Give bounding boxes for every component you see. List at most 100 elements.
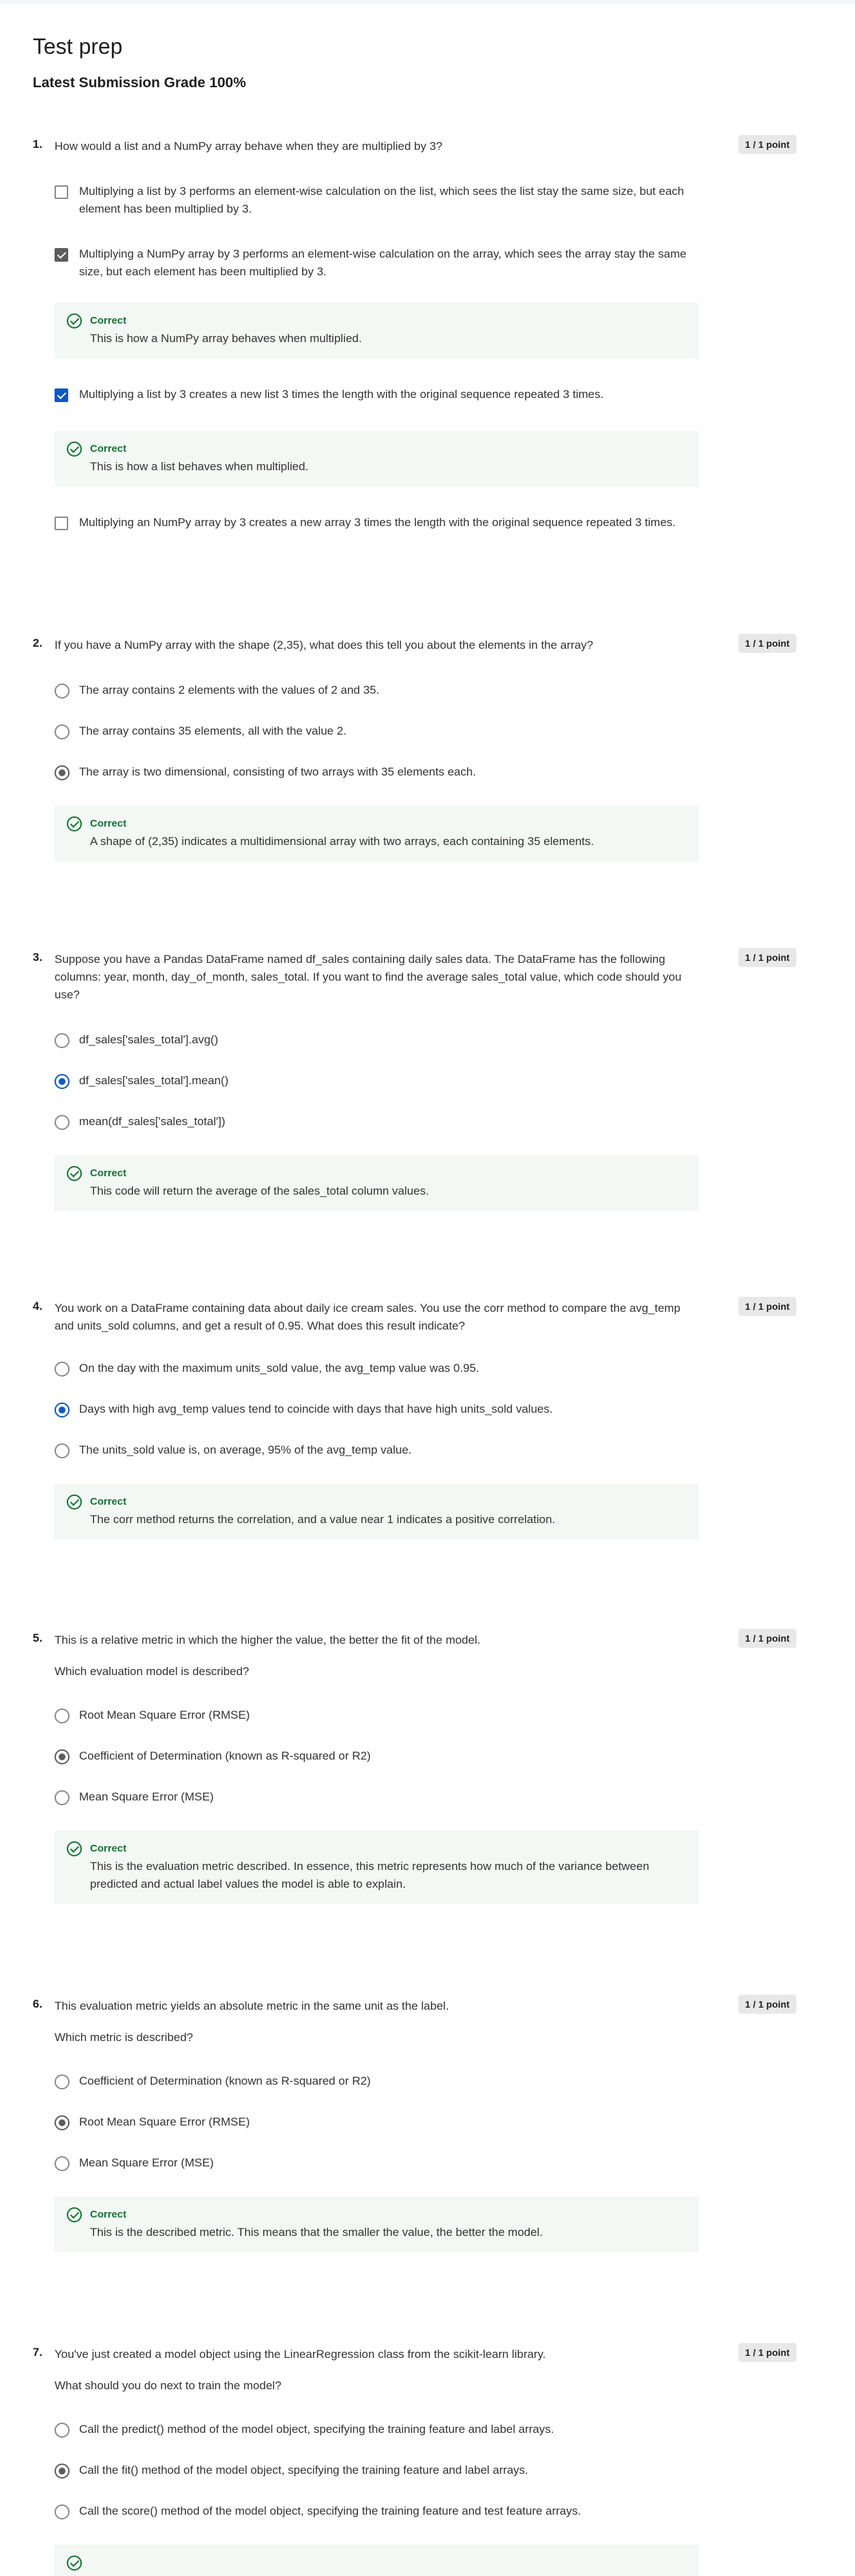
- options-list: Coefficient of Determination (known as R…: [55, 2072, 699, 2252]
- checkbox-checked[interactable]: [55, 388, 68, 402]
- option-1[interactable]: Call the predict() method of the model o…: [55, 2421, 699, 2438]
- radio-unselected[interactable]: [55, 2504, 70, 2519]
- question-subtext: What should you do next to train the mod…: [55, 2379, 282, 2392]
- question-header: 1. How would a list and a NumPy array be…: [33, 135, 796, 155]
- feedback-text: A shape of (2,35) indicates a multidimen…: [90, 835, 594, 848]
- feedback-text: This is how a NumPy array behaves when m…: [90, 332, 362, 345]
- options-list: The array contains 2 elements with the v…: [55, 681, 699, 861]
- points-badge: 1 / 1 point: [738, 1629, 796, 1648]
- radio-unselected[interactable]: [55, 724, 70, 739]
- radio-unselected[interactable]: [55, 1033, 70, 1048]
- question-number: 1.: [33, 138, 43, 151]
- option-label: The units_sold value is, on average, 95%…: [79, 1443, 412, 1456]
- option-3[interactable]: Mean Square Error (MSE): [55, 1788, 699, 1806]
- option-1[interactable]: Root Mean Square Error (RMSE): [55, 1706, 699, 1724]
- radio-unselected[interactable]: [55, 2423, 70, 2438]
- question-text: Suppose you have a Pandas DataFrame name…: [55, 953, 682, 1001]
- radio-selected[interactable]: [55, 2115, 70, 2130]
- checkbox-unchecked[interactable]: [55, 517, 68, 530]
- question-number: 5.: [33, 1631, 43, 1644]
- question-1: 1. How would a list and a NumPy array be…: [33, 135, 796, 532]
- option-1[interactable]: Multiplying a list by 3 performs an elem…: [55, 183, 699, 218]
- option-3[interactable]: Mean Square Error (MSE): [55, 2154, 699, 2172]
- top-bar: [0, 0, 855, 4]
- option-2[interactable]: df_sales['sales_total'].mean(): [55, 1072, 699, 1090]
- option-label: The array contains 2 elements with the v…: [79, 684, 380, 696]
- checkbox-checked[interactable]: [55, 248, 68, 262]
- option-label: Multiplying a list by 3 performs an elem…: [79, 185, 685, 215]
- option-label: Call the predict() method of the model o…: [79, 2423, 554, 2436]
- radio-selected[interactable]: [55, 765, 70, 780]
- radio-unselected[interactable]: [55, 1443, 70, 1458]
- question-header: 5. This is a relative metric in which th…: [33, 1629, 796, 1681]
- option-1[interactable]: Coefficient of Determination (known as R…: [55, 2072, 699, 2090]
- option-label: mean(df_sales['sales_total']): [79, 1115, 226, 1128]
- question-number: 7.: [33, 2346, 43, 2359]
- option-label: Call the score() method of the model obj…: [79, 2504, 582, 2517]
- option-label: The array contains 35 elements, all with…: [79, 724, 347, 737]
- feedback-text: This is the evaluation metric described.…: [90, 1860, 650, 1890]
- points-badge: 1 / 1 point: [738, 948, 796, 967]
- points-badge: 1 / 1 point: [738, 2343, 796, 2362]
- option-4[interactable]: Multiplying an NumPy array by 3 creates …: [55, 514, 699, 532]
- options-list: On the day with the maximum units_sold v…: [55, 1360, 699, 1539]
- feedback-title: Correct: [90, 1843, 127, 1854]
- radio-selected[interactable]: [55, 1402, 70, 1417]
- option-3[interactable]: The array is two dimensional, consisting…: [55, 763, 699, 781]
- option-2[interactable]: Root Mean Square Error (RMSE): [55, 2113, 699, 2131]
- option-1[interactable]: The array contains 2 elements with the v…: [55, 681, 699, 699]
- option-2[interactable]: Call the fit() method of the model objec…: [55, 2462, 699, 2479]
- option-2[interactable]: Days with high avg_temp values tend to c…: [55, 1400, 699, 1418]
- question-text: You've just created a model object using…: [55, 2348, 546, 2361]
- radio-unselected[interactable]: [55, 1708, 70, 1723]
- option-label: Days with high avg_temp values tend to c…: [79, 1402, 553, 1415]
- option-1[interactable]: On the day with the maximum units_sold v…: [55, 1360, 699, 1377]
- feedback-text: The corr method returns the correlation,…: [90, 1513, 556, 1526]
- radio-unselected[interactable]: [55, 1115, 70, 1130]
- option-3[interactable]: Multiplying a list by 3 creates a new li…: [55, 386, 699, 403]
- option-label: Multiplying a list by 3 creates a new li…: [79, 388, 604, 401]
- radio-unselected[interactable]: [55, 684, 70, 699]
- option-label: Multiplying a NumPy array by 3 performs …: [79, 247, 687, 278]
- question-number: 4.: [33, 1300, 43, 1313]
- option-label: Coefficient of Determination (known as R…: [79, 1749, 371, 1762]
- feedback-title: Correct: [90, 1167, 127, 1179]
- option-3[interactable]: Call the score() method of the model obj…: [55, 2502, 699, 2520]
- option-label: On the day with the maximum units_sold v…: [79, 1362, 479, 1375]
- points-badge: 1 / 1 point: [738, 135, 796, 154]
- options-list: df_sales['sales_total'].avg() df_sales['…: [55, 1031, 699, 1211]
- question-5: 5. This is a relative metric in which th…: [33, 1629, 796, 1904]
- radio-selected[interactable]: [55, 1749, 70, 1764]
- check-circle-icon: [67, 1494, 82, 1509]
- points-badge: 1 / 1 point: [738, 1995, 796, 2014]
- option-label: Coefficient of Determination (known as R…: [79, 2074, 371, 2087]
- radio-selected[interactable]: [55, 1074, 70, 1089]
- feedback-title: Correct: [90, 2209, 127, 2220]
- radio-unselected[interactable]: [55, 2156, 70, 2171]
- radio-unselected[interactable]: [55, 2074, 70, 2089]
- question-header: 4. You work on a DataFrame containing da…: [33, 1297, 796, 1335]
- feedback-text: This code will return the average of the…: [90, 1184, 430, 1197]
- options-list: Multiplying a list by 3 performs an elem…: [55, 183, 699, 532]
- question-4: 4. You work on a DataFrame containing da…: [33, 1297, 796, 1539]
- checkbox-unchecked[interactable]: [55, 185, 68, 199]
- option-label: Mean Square Error (MSE): [79, 2156, 214, 2169]
- option-2[interactable]: Multiplying a NumPy array by 3 performs …: [55, 245, 699, 281]
- option-label: Root Mean Square Error (RMSE): [79, 2115, 250, 2128]
- option-2[interactable]: Coefficient of Determination (known as R…: [55, 1747, 699, 1765]
- radio-unselected[interactable]: [55, 1790, 70, 1805]
- question-2: 2. If you have a NumPy array with the sh…: [33, 634, 796, 861]
- question-number: 3.: [33, 951, 43, 964]
- option-1[interactable]: df_sales['sales_total'].avg(): [55, 1031, 699, 1049]
- question-number: 2.: [33, 637, 43, 649]
- feedback-correct: Correct This is how a list behaves when …: [55, 431, 699, 487]
- option-3[interactable]: mean(df_sales['sales_total']): [55, 1113, 699, 1131]
- option-3[interactable]: The units_sold value is, on average, 95%…: [55, 1441, 699, 1459]
- feedback-title: Correct: [90, 1496, 127, 1507]
- feedback-title: Correct: [90, 443, 127, 455]
- radio-selected[interactable]: [55, 2464, 70, 2479]
- radio-unselected[interactable]: [55, 1362, 70, 1377]
- question-7: 7. You've just created a model object us…: [33, 2343, 796, 2576]
- option-2[interactable]: The array contains 35 elements, all with…: [55, 722, 699, 740]
- check-circle-icon: [67, 1841, 82, 1856]
